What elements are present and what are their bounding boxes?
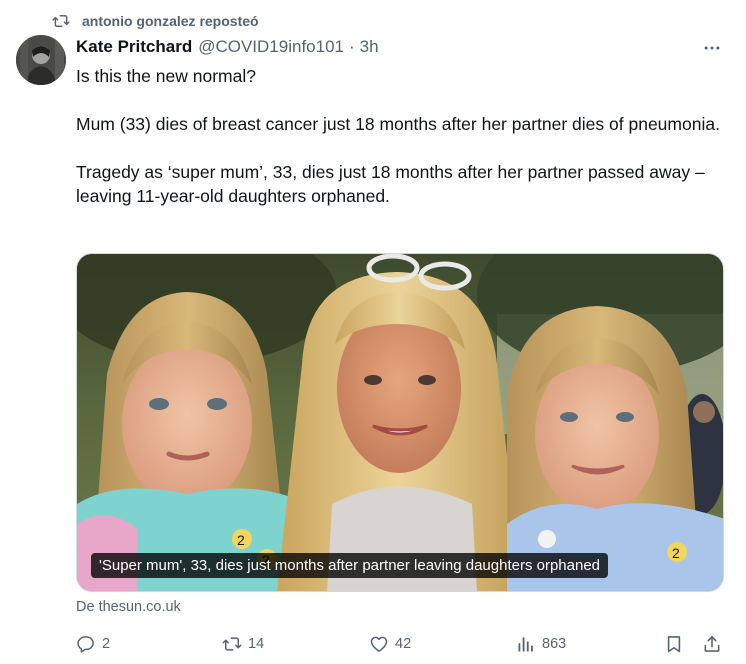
svg-text:2: 2 — [237, 532, 245, 548]
like-button[interactable]: 42 — [369, 632, 411, 656]
tweet-paragraph: Mum (33) dies of breast cancer just 18 m… — [76, 114, 720, 134]
repost-banner-text: antonio gonzalez reposteó — [82, 13, 259, 29]
share-icon — [704, 636, 720, 652]
retweet-icon — [222, 637, 242, 651]
like-icon — [370, 636, 388, 652]
action-bar: 2 14 42 863 — [76, 632, 726, 656]
tweet-paragraph: Tragedy as ‘super mum’, 33, dies just 18… — [76, 162, 705, 206]
reply-count: 2 — [102, 636, 111, 652]
tweet[interactable]: antonio gonzalez reposteó Kate Pritchard… — [0, 0, 746, 664]
header-separator: · — [348, 37, 355, 56]
author-name[interactable]: Kate Pritchard — [76, 37, 192, 57]
reply-button[interactable]: 2 — [76, 632, 110, 656]
avatar[interactable] — [16, 35, 66, 85]
repost-icon — [52, 15, 70, 27]
card-caption: 'Super mum', 33, dies just months after … — [91, 553, 609, 578]
views-button[interactable]: 863 — [516, 632, 566, 656]
bookmark-icon — [667, 636, 681, 653]
share-button[interactable] — [702, 632, 722, 656]
author-handle[interactable]: @COVID19info101 — [198, 37, 344, 57]
bookmark-button[interactable] — [664, 632, 684, 656]
repost-banner[interactable]: antonio gonzalez reposteó — [52, 11, 259, 31]
views-icon — [518, 637, 533, 652]
avatar-image — [16, 35, 66, 85]
more-options-button[interactable] — [700, 36, 724, 60]
card-source[interactable]: De thesun.co.uk — [76, 599, 181, 615]
more-icon — [704, 46, 720, 50]
tweet-paragraph: Is this the new normal? — [76, 66, 256, 86]
repost-count: 14 — [248, 636, 265, 652]
reply-icon — [77, 636, 94, 653]
tweet-header: Kate Pritchard @COVID19info101 · 3h — [76, 37, 379, 57]
like-count: 42 — [395, 636, 412, 652]
link-card[interactable]: 2 2 2 'Super mum', 33, dies just mont — [76, 253, 724, 592]
svg-text:2: 2 — [672, 545, 680, 561]
view-count: 863 — [542, 636, 567, 652]
tweet-text: Is this the new normal? Mum (33) dies of… — [76, 64, 736, 208]
tweet-timestamp[interactable]: 3h — [360, 37, 379, 57]
card-photo: 2 2 2 — [77, 254, 723, 591]
repost-button[interactable]: 14 — [222, 632, 264, 656]
